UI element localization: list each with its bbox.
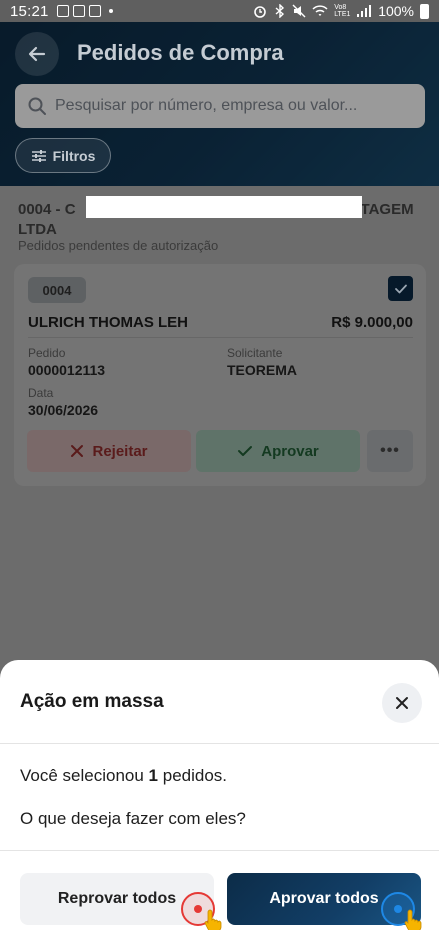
status-bar: 15:21 Vo8 LTE1 100% bbox=[0, 0, 439, 22]
group-title-line2: LTDA bbox=[18, 221, 57, 238]
signal-icon bbox=[357, 5, 372, 17]
group-title-prefix: 0004 - C bbox=[18, 201, 76, 218]
notification-icons bbox=[56, 5, 113, 17]
selection-summary: Você selecionou 1 pedidos. bbox=[20, 766, 227, 786]
check-icon bbox=[238, 446, 253, 456]
card-divider bbox=[28, 337, 413, 338]
close-sheet-button[interactable] bbox=[382, 683, 422, 723]
solicitante-value: TEOREMA bbox=[227, 362, 297, 378]
notification-icon bbox=[88, 5, 101, 17]
pointer-hand-icon bbox=[404, 909, 422, 930]
status-time: 15:21 bbox=[10, 2, 49, 20]
arrow-left-icon bbox=[28, 46, 46, 62]
bluetooth-icon bbox=[275, 4, 285, 18]
company-name: ULRICH THOMAS LEH bbox=[28, 314, 188, 331]
sheet-divider bbox=[0, 743, 439, 744]
search-icon bbox=[28, 97, 46, 115]
wifi-icon bbox=[312, 5, 328, 16]
approve-all-label: Aprovar todos bbox=[269, 890, 379, 907]
order-code-badge: 0004 bbox=[28, 277, 86, 303]
battery-icon bbox=[420, 3, 429, 19]
reject-label: Rejeitar bbox=[92, 442, 148, 460]
filters-label: Filtros bbox=[52, 147, 96, 164]
sheet-question: O que deseja fazer com eles? bbox=[20, 809, 246, 828]
reject-button[interactable]: Rejeitar bbox=[27, 430, 191, 472]
bulk-action-sheet: Ação em massa Você selecionou 1 pedidos.… bbox=[0, 660, 439, 930]
more-notifications-dot-icon bbox=[108, 9, 113, 13]
approve-button[interactable]: Aprovar bbox=[196, 430, 360, 472]
pedido-label: Pedido bbox=[28, 346, 66, 360]
volte-label: Vo8 LTE1 bbox=[334, 4, 351, 18]
group-subtitle: Pedidos pendentes de autorização bbox=[18, 238, 219, 253]
back-button[interactable] bbox=[15, 32, 59, 76]
approve-label: Aprovar bbox=[261, 442, 319, 460]
notification-icon bbox=[56, 5, 69, 17]
selection-suffix: pedidos. bbox=[158, 766, 228, 785]
search-input[interactable] bbox=[55, 97, 405, 115]
group-title-suffix: TAGEM bbox=[360, 201, 414, 218]
redaction-box bbox=[86, 196, 362, 218]
more-options-icon: ••• bbox=[380, 442, 400, 459]
selection-prefix: Você selecionou bbox=[20, 766, 149, 785]
data-value: 30/06/2026 bbox=[28, 402, 99, 418]
page-title: Pedidos de Compra bbox=[77, 40, 284, 65]
pointer-hand-icon bbox=[204, 909, 222, 930]
check-icon bbox=[394, 284, 407, 293]
close-icon bbox=[71, 445, 84, 457]
filters-button[interactable]: Filtros bbox=[15, 138, 111, 173]
order-amount: R$ 9.000,00 bbox=[331, 314, 413, 331]
sliders-icon bbox=[31, 149, 46, 162]
solicitante-label: Solicitante bbox=[227, 346, 283, 360]
app-header: Pedidos de Compra Filtros bbox=[0, 22, 439, 186]
pedido-value: 0000012113 bbox=[28, 362, 106, 378]
mute-icon bbox=[292, 4, 306, 18]
close-icon bbox=[396, 697, 408, 709]
battery-percent: 100% bbox=[378, 3, 414, 19]
data-label: Data bbox=[28, 386, 54, 400]
alarm-icon bbox=[254, 6, 266, 18]
status-right: Vo8 LTE1 100% bbox=[252, 3, 429, 19]
reject-all-label: Reprovar todos bbox=[57, 890, 177, 907]
sheet-divider bbox=[0, 850, 439, 851]
order-card[interactable]: 0004 ULRICH THOMAS LEH R$ 9.000,00 Pedid… bbox=[14, 264, 426, 486]
selection-count: 1 bbox=[148, 766, 159, 785]
select-checkbox[interactable] bbox=[388, 276, 413, 301]
more-options-button[interactable]: ••• bbox=[367, 430, 413, 472]
sheet-title: Ação em massa bbox=[20, 691, 164, 712]
notification-icon bbox=[72, 5, 85, 17]
search-bar[interactable] bbox=[15, 84, 425, 128]
